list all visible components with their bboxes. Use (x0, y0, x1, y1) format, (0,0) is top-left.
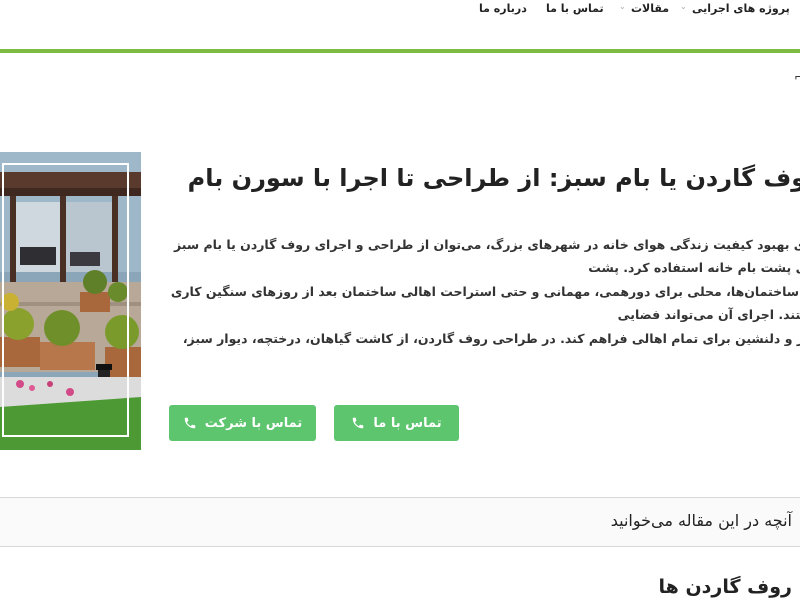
article-title: روف گاردن یا بام سبز: از طراحی تا اجرا ب… (187, 164, 800, 193)
header-accent-line (0, 49, 800, 53)
menu-icon[interactable]: ⌐ (794, 70, 800, 84)
nav-item-label: مقالات (631, 2, 670, 15)
roof-garden-illustration (0, 152, 141, 450)
nav-item-contact[interactable]: تماس با ما (546, 2, 604, 15)
call-company-button[interactable]: تماس با شرکت (169, 405, 316, 441)
call-us-button[interactable]: تماس با ما (334, 405, 459, 441)
call-us-label: تماس با ما (373, 415, 442, 431)
roof-garden-image (0, 152, 141, 450)
top-navigation: ⌄ پروژه های اجرایی ⌄ مقالات تماس با ما د… (0, 0, 800, 22)
nav-item-label: تماس با ما (546, 2, 604, 15)
nav-item-label: درباره ما (479, 2, 527, 15)
phone-icon (184, 417, 196, 429)
nav-item-label: پروژه های اجرایی (692, 2, 790, 15)
phone-icon (353, 417, 364, 429)
nav-item-about[interactable]: درباره ما (479, 2, 527, 15)
toc-label: آنچه در این مقاله می‌خوانید (610, 511, 792, 530)
table-of-contents[interactable]: آنچه در این مقاله می‌خوانید (0, 497, 800, 547)
article-body: برای بهبود کیفیت زندگی هوای خانه در شهره… (170, 236, 800, 346)
call-company-label: تماس با شرکت (204, 415, 303, 431)
chevron-down-icon: ⌄ (680, 2, 687, 11)
nav-item-articles[interactable]: ⌄ مقالات (619, 2, 670, 15)
nav-item-projects[interactable]: ⌄ پروژه های اجرایی (680, 2, 790, 15)
chevron-down-icon: ⌄ (619, 2, 626, 11)
section-heading: روف گاردن ها (658, 575, 792, 598)
